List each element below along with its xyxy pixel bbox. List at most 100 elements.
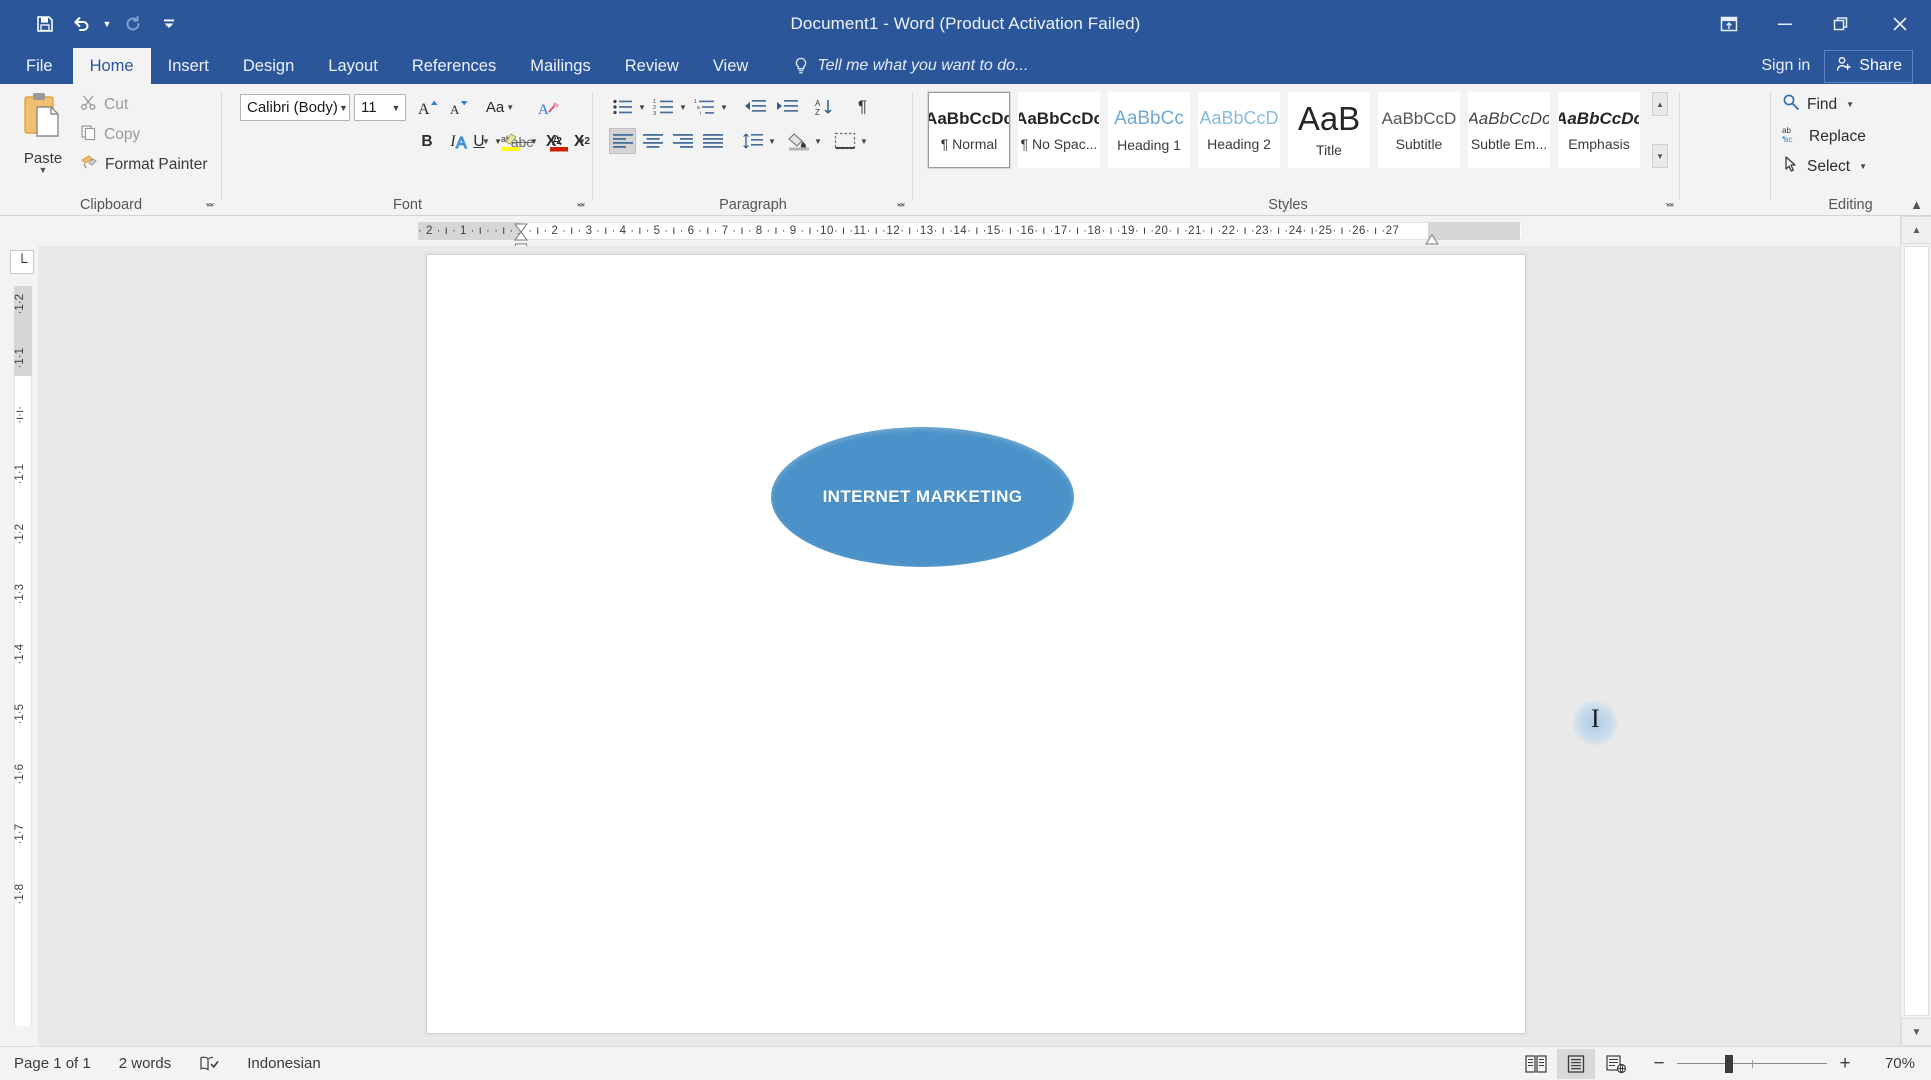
document-page[interactable]: INTERNET MARKETING <box>426 254 1526 1034</box>
redo-icon[interactable] <box>116 7 150 41</box>
tab-mailings[interactable]: Mailings <box>513 48 608 84</box>
proofing-errors-icon[interactable] <box>185 1047 233 1080</box>
tab-review[interactable]: Review <box>608 48 696 84</box>
ellipse-shape[interactable]: INTERNET MARKETING <box>771 427 1074 567</box>
font-color-button[interactable]: A <box>544 128 574 155</box>
line-spacing-button[interactable] <box>739 128 766 154</box>
shading-chevron-down-icon[interactable]: ▼ <box>812 128 824 154</box>
select-button[interactable]: Select ▼ <box>1782 152 1867 181</box>
print-layout-button[interactable] <box>1557 1048 1595 1079</box>
tab-view[interactable]: View <box>696 48 765 84</box>
document-canvas[interactable]: INTERNET MARKETING <box>38 246 1900 1046</box>
vertical-ruler[interactable]: └ ·1·2 ·1·1 ·ı·ı· ·1·1 ·1·2 ·1·3 ·1·4 ·1… <box>0 246 38 1046</box>
replace-button[interactable]: ab ac Replace <box>1782 122 1866 151</box>
horizontal-ruler[interactable]: · 2 · ı · 1 · ı · · ı · 1 · ı · 2 · ı · … <box>0 216 1900 253</box>
share-button[interactable]: Share <box>1824 49 1913 83</box>
tab-file[interactable]: File <box>0 48 73 84</box>
tab-design[interactable]: Design <box>226 48 311 84</box>
sort-az-button[interactable]: AZ <box>811 94 838 120</box>
bold-button[interactable]: B <box>414 128 440 155</box>
bullets-button[interactable] <box>609 94 636 120</box>
scroll-down-icon[interactable]: ▼ <box>1901 1018 1931 1046</box>
zoom-slider-thumb[interactable] <box>1725 1054 1733 1073</box>
cut-button[interactable]: Cut <box>80 92 128 118</box>
sign-in-button[interactable]: Sign in <box>1753 57 1818 75</box>
style-no-spacing[interactable]: AaBbCcDc ¶ No Spac... <box>1018 92 1100 168</box>
vertical-scrollbar[interactable]: ▲ ▼ <box>1900 216 1931 1046</box>
page-indicator[interactable]: Page 1 of 1 <box>0 1047 105 1080</box>
tab-references[interactable]: References <box>395 48 513 84</box>
tab-stop-selector[interactable]: └ <box>10 250 34 274</box>
multilevel-list-button[interactable]: 1ai <box>691 94 718 120</box>
styles-scroll-up-icon[interactable]: ▲ <box>1652 92 1668 116</box>
ribbon-display-options-icon[interactable] <box>1701 0 1757 48</box>
bullets-chevron-down-icon[interactable]: ▼ <box>636 94 648 120</box>
find-chevron-down-icon[interactable]: ▼ <box>1846 100 1854 109</box>
style-emphasis[interactable]: AaBbCcDc Emphasis <box>1558 92 1640 168</box>
zoom-in-button[interactable]: + <box>1837 1053 1853 1075</box>
language-indicator[interactable]: Indonesian <box>233 1047 334 1080</box>
styles-dialog-launcher[interactable]: ⏕ <box>1662 196 1678 212</box>
font-size-combobox[interactable]: 11 ▼ <box>354 94 406 121</box>
close-icon[interactable] <box>1869 0 1931 48</box>
highlight-chevron-down-icon[interactable]: ▼ <box>526 128 540 155</box>
restore-icon[interactable] <box>1813 0 1869 48</box>
borders-button[interactable] <box>831 128 858 154</box>
styles-scroll-down-icon[interactable]: ▼ <box>1652 144 1668 168</box>
align-left-button[interactable] <box>609 128 636 154</box>
numbering-button[interactable]: 123 <box>650 94 677 120</box>
undo-icon[interactable] <box>64 7 98 41</box>
scrollbar-track[interactable] <box>1904 246 1929 1016</box>
zoom-out-button[interactable]: − <box>1651 1053 1667 1075</box>
font-name-chevron-down-icon[interactable]: ▼ <box>338 103 349 113</box>
decrease-indent-button[interactable] <box>741 94 768 120</box>
justify-button[interactable] <box>699 128 726 154</box>
shading-button[interactable] <box>785 128 812 154</box>
find-button[interactable]: Find ▼ <box>1782 90 1854 119</box>
read-mode-button[interactable] <box>1517 1049 1555 1079</box>
paste-dropdown-icon[interactable]: ▼ <box>39 166 48 175</box>
tab-layout[interactable]: Layout <box>311 48 395 84</box>
scroll-up-icon[interactable]: ▲ <box>1901 216 1931 244</box>
style-heading-2[interactable]: AaBbCcD Heading 2 <box>1198 92 1280 168</box>
multilevel-list-chevron-down-icon[interactable]: ▼ <box>718 94 730 120</box>
undo-dropdown-icon[interactable]: ▼ <box>100 7 114 41</box>
style-preview: AaBbCcDc <box>1558 108 1640 128</box>
tab-insert[interactable]: Insert <box>151 48 226 84</box>
select-chevron-down-icon[interactable]: ▼ <box>1859 162 1867 171</box>
format-painter-button[interactable]: Format Painter <box>80 152 208 178</box>
style-subtle-emphasis[interactable]: AaBbCcDc Subtle Em... <box>1468 92 1550 168</box>
style-heading-1[interactable]: AaBbCс Heading 1 <box>1108 92 1190 168</box>
text-highlight-color-button[interactable]: ab <box>496 128 526 155</box>
font-size-chevron-down-icon[interactable]: ▼ <box>387 103 405 113</box>
paragraph-dialog-launcher[interactable]: ⏕ <box>893 196 909 212</box>
style-title[interactable]: AaB Title <box>1288 92 1370 168</box>
grow-font-button[interactable]: A <box>414 94 442 121</box>
text-effects-chevron-down-icon[interactable]: ▼ <box>478 128 492 155</box>
zoom-level[interactable]: 70% <box>1863 1055 1915 1072</box>
borders-chevron-down-icon[interactable]: ▼ <box>858 128 870 154</box>
line-spacing-chevron-down-icon[interactable]: ▼ <box>766 128 778 154</box>
increase-indent-button[interactable] <box>773 94 800 120</box>
customize-quick-access-toolbar-icon[interactable] <box>152 7 186 41</box>
tell-me-search-box[interactable]: Tell me what you want to do... <box>783 48 1038 84</box>
font-color-chevron-down-icon[interactable]: ▼ <box>574 128 588 155</box>
style-subtitle[interactable]: AaBbCcD Subtitle <box>1378 92 1460 168</box>
align-right-button[interactable] <box>669 128 696 154</box>
align-center-button[interactable] <box>639 128 666 154</box>
style-normal[interactable]: AaBbCcDc ¶ Normal <box>927 91 1011 169</box>
paste-button[interactable]: Paste ▼ <box>12 90 74 186</box>
minimize-icon[interactable] <box>1757 0 1813 48</box>
save-icon[interactable] <box>28 7 62 41</box>
word-count[interactable]: 2 words <box>105 1047 186 1080</box>
text-effects-button[interactable]: A <box>450 128 478 155</box>
zoom-slider[interactable] <box>1677 1054 1827 1073</box>
collapse-ribbon-icon[interactable]: ▲ <box>1910 197 1923 212</box>
tab-home[interactable]: Home <box>72 48 151 84</box>
numbering-chevron-down-icon[interactable]: ▼ <box>677 94 689 120</box>
pilcrow-icon[interactable]: ¶ <box>849 94 876 120</box>
font-name-combobox[interactable]: Calibri (Body) ▼ <box>240 94 350 121</box>
clipboard-dialog-launcher[interactable]: ⏕ <box>202 196 218 212</box>
web-layout-button[interactable] <box>1597 1049 1635 1079</box>
copy-button[interactable]: Copy <box>80 122 140 148</box>
